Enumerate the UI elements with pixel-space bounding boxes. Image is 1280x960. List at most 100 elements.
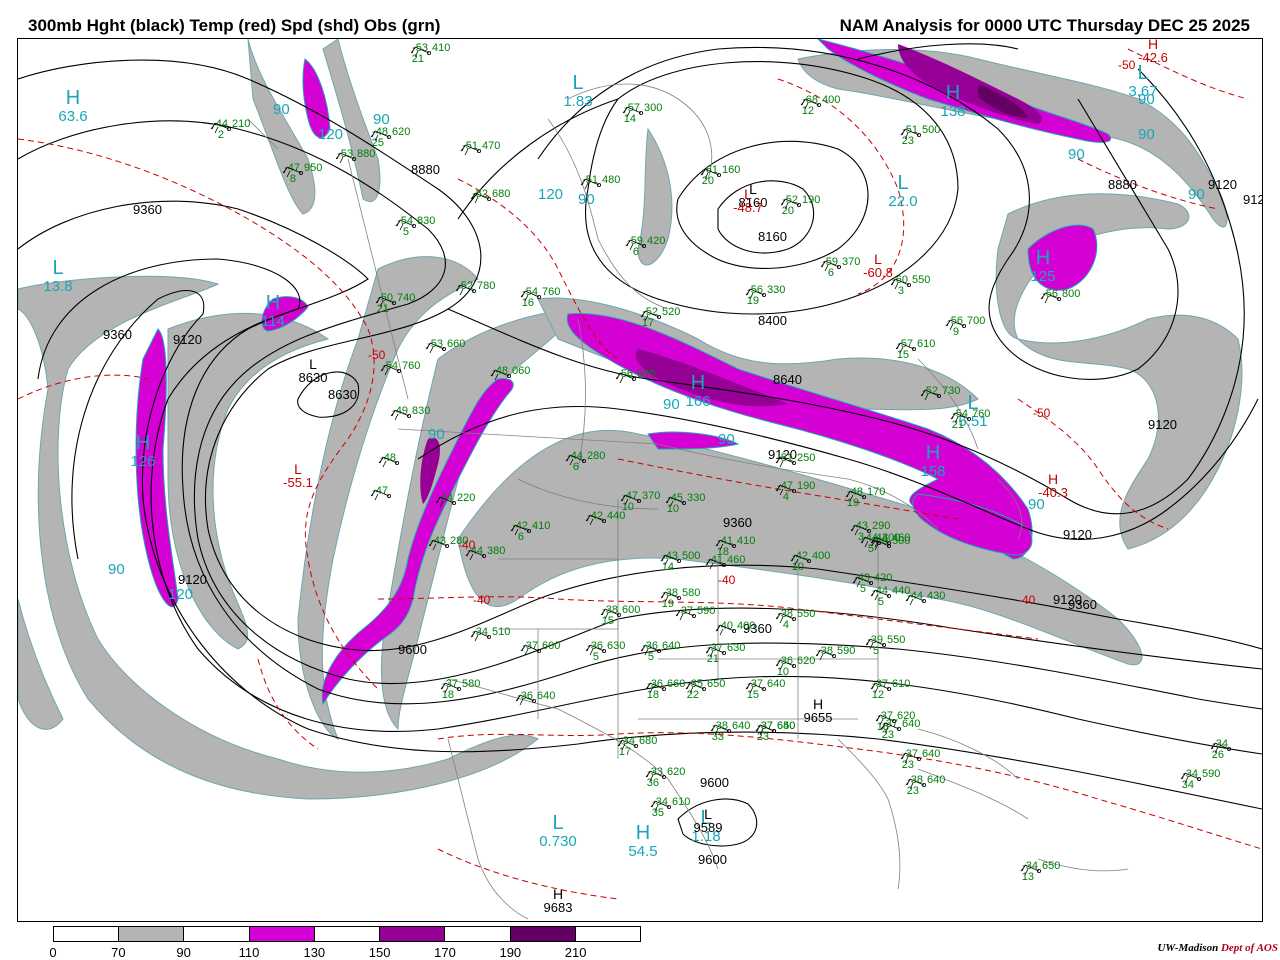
speed-contour-label: 90 [1188,186,1205,203]
obs-height: 680 [492,188,510,200]
colorbar-tick-label: 190 [499,945,522,960]
center-letter: H [136,432,150,454]
center-letter: H [266,292,280,314]
obs-height: 170 [867,486,885,498]
obs-dewpoint-spread: 5 [868,543,874,555]
height-contour-label: 9600 [398,642,427,657]
obs-height: 590 [837,645,855,657]
obs-dewpoint-spread: 4 [783,619,789,631]
colorbar-tick-label: 170 [434,945,456,960]
height-contour-label: 9600 [698,852,727,867]
height-contour-label: 9360 [133,202,162,217]
obs-dewpoint-spread: 23 [882,729,894,741]
center-letter: L [1137,62,1148,84]
obs-dewpoint-spread: 15 [602,615,614,627]
obs-dewpoint-spread: 5 [593,651,599,663]
obs-dewpoint-spread: 36 [647,777,659,789]
obs-dewpoint-spread: 2 [218,129,224,141]
obs-dewpoint-spread: 10 [777,666,789,678]
chart-title: 300mb Hght (black) Temp (red) Spd (shd) … [28,16,441,35]
obs-height: 250 [797,452,815,464]
obs-height: 640 [537,690,555,702]
obs-height: 410 [532,520,550,532]
center-value: 9655 [804,710,833,725]
weather-map: H63.6L13.8H126H114L1.83L22.0L3.67H125H13… [18,39,1262,920]
obs-dewpoint-spread: 23 [902,135,914,147]
obs-dewpoint-spread: 15 [747,689,759,701]
obs-dewpoint-spread: 35 [652,807,664,819]
obs-height: 500 [682,550,700,562]
speed-contour-label: 90 [1028,496,1045,513]
colorbar-tick-label: 90 [176,945,191,960]
obs-height: 650 [777,720,795,732]
map-panel: H 63.6 L 13.8 H 126 H 114 L 1.83 L 22.0 L 3.67 H 125 H 13… [17,38,1263,922]
obs-dewpoint-spread: 14 [624,113,636,125]
colorbar-tick-label: 110 [238,945,260,960]
obs-height: 650 [1042,860,1060,872]
center-letter: L [52,257,63,279]
obs-height: 730 [942,385,960,397]
obs-height: 800 [1062,288,1080,300]
obs-height: 640 [927,774,945,786]
colorbar-tick-label: 0 [49,945,57,960]
obs-height: 190 [802,194,820,206]
obs-height: 550 [887,634,905,646]
obs-dewpoint-spread: 21 [412,53,424,65]
obs-height: 060 [512,365,530,377]
obs-height: 760 [402,360,420,372]
obs-dewpoint-spread: 18 [647,689,659,701]
center-value: 9683 [544,900,573,915]
obs-height: 950 [304,162,322,174]
obs-height: 550 [797,608,815,620]
obs-height: 370 [642,490,660,502]
center-letter: H [636,822,650,844]
obs-dewpoint-spread: 5 [878,596,884,608]
obs-dewpoint-spread: 26 [1212,749,1224,761]
obs-dewpoint-spread: 5 [860,583,866,595]
obs-height: 780 [477,280,495,292]
obs-height: 630 [607,640,625,652]
center-value: 1.83 [563,93,592,110]
obs-height: 370 [842,256,860,268]
obs-height: 610 [672,796,690,808]
obs-dewpoint-spread: 23 [757,731,769,743]
obs-dewpoint-spread: 3 [898,285,904,297]
height-contour-label: 8160 [758,229,787,244]
colorbar-tick-label: 70 [111,945,126,960]
center-value: 22.0 [888,193,917,210]
obs-height: 610 [917,338,935,350]
obs-height: 330 [767,284,785,296]
speed-contour-label: 90 [1138,91,1155,108]
colorbar-segment [54,927,120,941]
obs-dewpoint-spread: 21 [377,303,389,315]
center-letter: H [1036,247,1050,269]
height-contour-label: 9360 [103,327,132,342]
obs-height: 580 [462,678,480,690]
obs-height: 460 [727,554,745,566]
obs-dewpoint-spread: 10 [622,501,634,513]
obs-dewpoint-spread: 19 [847,497,859,509]
obs-height: 660 [447,338,465,350]
center-letter: H [946,82,960,104]
obs-height: 480 [602,174,620,186]
center-letter: L [572,72,583,94]
center-value: -42.6 [1138,50,1168,65]
obs-dewpoint-spread: 15 [897,349,909,361]
center-letter: H [926,442,940,464]
obs-height: 430 [927,590,945,602]
obs-height: 590 [1202,768,1220,780]
speed-contour-label: 90 [1068,146,1085,163]
obs-dewpoint-spread: 19 [747,295,759,307]
height-contour-label: 9120 [1208,177,1237,192]
obs-dewpoint-spread: 19 [662,598,674,610]
obs-dewpoint-spread: 6 [828,267,834,279]
speed-contour-label: 90 [273,101,290,118]
obs-height: 830 [417,215,435,227]
temperature-contour-label: -40 [473,593,491,607]
obs-dewpoint-spread: 10 [667,503,679,515]
colorbar-segment [184,927,250,941]
center-value: 114 [261,313,285,330]
obs-height: 410 [737,535,755,547]
obs-dewpoint-spread: 9 [953,326,959,338]
obs-height: 380 [487,545,505,557]
